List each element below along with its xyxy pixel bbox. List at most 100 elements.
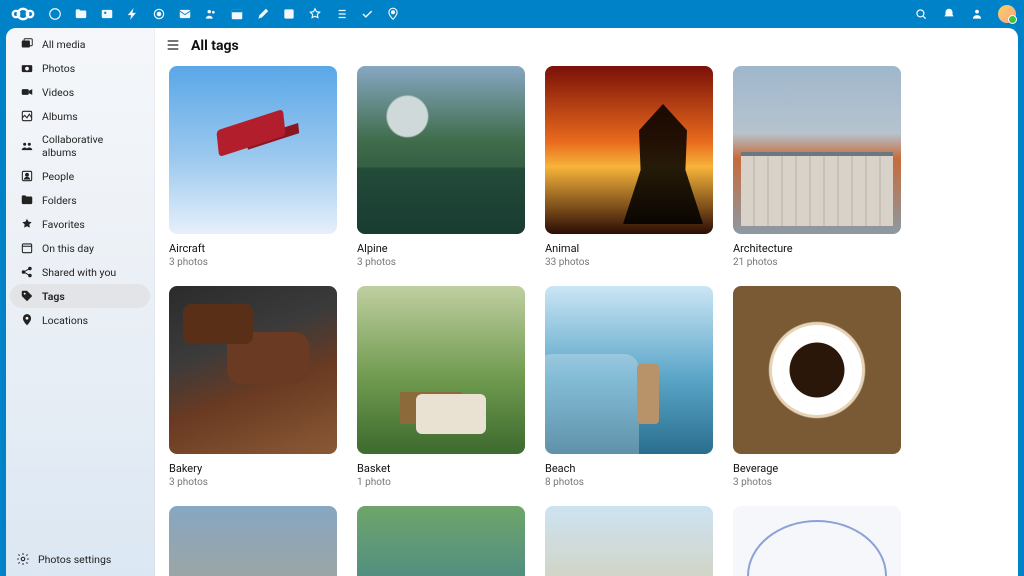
sidebar-item-label: Albums (42, 110, 78, 123)
folder-icon (20, 193, 34, 207)
photos-settings-label: Photos settings (38, 553, 111, 566)
tag-icon (20, 289, 34, 303)
tag-count: 3 photos (733, 477, 901, 488)
sidebar-item-label: Folders (42, 194, 77, 207)
face-icon (20, 169, 34, 183)
tag-tile-beverage[interactable]: Beverage 3 photos (733, 286, 901, 488)
tag-thumbnail (357, 506, 525, 576)
search-icon[interactable] (914, 7, 928, 21)
tag-thumbnail (733, 506, 901, 576)
tag-thumbnail (545, 286, 713, 454)
tag-name: Bakery (169, 462, 337, 475)
tag-tile-architecture[interactable]: Architecture 21 photos (733, 66, 901, 268)
featured-icon[interactable] (308, 7, 322, 21)
contacts-icon[interactable] (204, 7, 218, 21)
location-icon (20, 313, 34, 327)
tag-count: 1 photo (357, 477, 525, 488)
tag-name: Architecture (733, 242, 901, 255)
tag-name: Animal (545, 242, 713, 255)
talk-icon[interactable] (152, 7, 166, 21)
mail-icon[interactable] (178, 7, 192, 21)
sidebar: All media Photos Videos Albums Collabora… (6, 28, 155, 576)
tags-grid-scroll[interactable]: Aircraft 3 photos Alpine 3 photos Animal… (155, 54, 1018, 576)
activity-icon[interactable] (126, 7, 140, 21)
notes-icon[interactable] (256, 7, 270, 21)
tag-tile-animal[interactable]: Animal 33 photos (545, 66, 713, 268)
tag-thumbnail (169, 506, 337, 576)
dashboard-icon[interactable] (48, 7, 62, 21)
sidebar-item-albums[interactable]: Albums (10, 104, 150, 128)
top-right-icons (914, 5, 1016, 23)
sidebar-item-videos[interactable]: Videos (10, 80, 150, 104)
sidebar-item-collab-albums[interactable]: Collaborative albums (10, 128, 150, 164)
star-icon (20, 217, 34, 231)
tag-tile-basket[interactable]: Basket 1 photo (357, 286, 525, 488)
tag-thumbnail (545, 506, 713, 576)
sidebar-item-tags[interactable]: Tags (10, 284, 150, 308)
tag-name: Beach (545, 462, 713, 475)
tag-count: 3 photos (169, 477, 337, 488)
sidebar-item-people[interactable]: People (10, 164, 150, 188)
sidebar-item-photos[interactable]: Photos (10, 56, 150, 80)
tag-tile-partial[interactable] (357, 506, 525, 576)
sidebar-item-favorites[interactable]: Favorites (10, 212, 150, 236)
tag-thumbnail (733, 66, 901, 234)
photos-app-icon[interactable] (100, 7, 114, 21)
sidebar-item-label: On this day (42, 242, 94, 255)
files-icon[interactable] (74, 7, 88, 21)
maps-icon[interactable] (386, 7, 400, 21)
tag-thumbnail (733, 286, 901, 454)
tag-tile-beach[interactable]: Beach 8 photos (545, 286, 713, 488)
contacts-menu-icon[interactable] (970, 7, 984, 21)
app-launcher-icons (48, 7, 400, 21)
tag-name: Aircraft (169, 242, 337, 255)
photos-settings-button[interactable]: Photos settings (6, 544, 154, 576)
sidebar-item-all-media[interactable]: All media (10, 32, 150, 56)
notifications-icon[interactable] (942, 7, 956, 21)
album-icon (20, 109, 34, 123)
share-icon (20, 265, 34, 279)
tag-thumbnail (169, 66, 337, 234)
tasks-icon[interactable] (360, 7, 374, 21)
tag-name: Alpine (357, 242, 525, 255)
sidebar-item-folders[interactable]: Folders (10, 188, 150, 212)
tag-tile-aircraft[interactable]: Aircraft 3 photos (169, 66, 337, 268)
video-icon (20, 85, 34, 99)
tag-tile-partial[interactable] (733, 506, 901, 576)
app-shell: All media Photos Videos Albums Collabora… (6, 28, 1018, 576)
tag-tile-bakery[interactable]: Bakery 3 photos (169, 286, 337, 488)
main-panel: All tags Aircraft 3 photos Alpine 3 phot… (155, 28, 1018, 576)
main-header: All tags (155, 28, 1018, 54)
calendar-icon[interactable] (230, 7, 244, 21)
gear-icon (16, 552, 30, 566)
tag-count: 21 photos (733, 257, 901, 268)
sidebar-item-label: Shared with you (42, 266, 116, 279)
tag-thumbnail (357, 66, 525, 234)
sidebar-item-label: Photos (42, 62, 75, 75)
tag-name: Beverage (733, 462, 901, 475)
sidebar-item-label: All media (42, 38, 86, 51)
image-multiple-icon (20, 37, 34, 51)
list-icon[interactable] (334, 7, 348, 21)
sidebar-item-shared[interactable]: Shared with you (10, 260, 150, 284)
top-bar (0, 0, 1024, 28)
sidebar-item-label: Locations (42, 314, 88, 327)
tag-tile-alpine[interactable]: Alpine 3 photos (357, 66, 525, 268)
calendar-day-icon (20, 241, 34, 255)
sidebar-item-on-this-day[interactable]: On this day (10, 236, 150, 260)
sidebar-item-label: Favorites (42, 218, 85, 231)
page-title: All tags (191, 38, 239, 54)
tag-tile-partial[interactable] (545, 506, 713, 576)
user-avatar[interactable] (998, 5, 1016, 23)
sidebar-item-label: Collaborative albums (42, 133, 140, 159)
deck-icon[interactable] (282, 7, 296, 21)
sidebar-item-label: Tags (42, 290, 65, 303)
tag-tile-partial[interactable] (169, 506, 337, 576)
group-icon (20, 139, 34, 153)
tag-thumbnail (357, 286, 525, 454)
tag-count: 3 photos (357, 257, 525, 268)
sidebar-item-label: People (42, 170, 74, 183)
brand-logo[interactable] (8, 6, 38, 22)
sidebar-item-locations[interactable]: Locations (10, 308, 150, 332)
sidebar-toggle-icon[interactable] (165, 37, 181, 53)
